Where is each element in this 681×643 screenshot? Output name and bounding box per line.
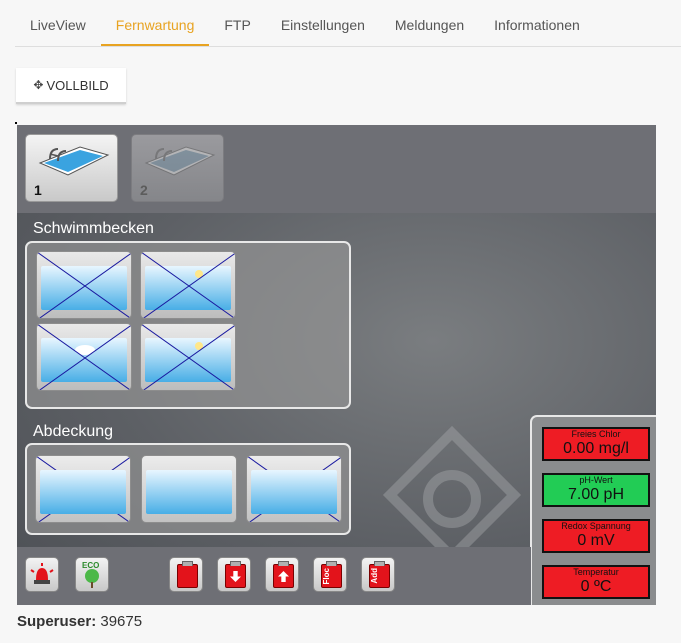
user-id: 39675 bbox=[100, 613, 143, 630]
dosing-ph-plus-button[interactable] bbox=[265, 557, 299, 592]
add-label: Add bbox=[370, 568, 379, 584]
tab-bar: LiveView Fernwartung FTP Einstellungen M… bbox=[15, 0, 681, 47]
disabled-cross-icon bbox=[141, 252, 235, 318]
disabled-cross-icon bbox=[141, 324, 235, 390]
ph-value: 7.00 pH bbox=[567, 486, 625, 503]
water-graphic bbox=[146, 470, 232, 514]
arrow-down-icon bbox=[230, 571, 241, 582]
temperature-display: Temperatur 0 ºC bbox=[542, 565, 650, 599]
remote-screen[interactable]: 1 2 Schwimmbecken Abdeckung Freies Chlor… bbox=[17, 125, 656, 605]
cover-open-tile[interactable] bbox=[35, 455, 131, 523]
counterflow-tile[interactable] bbox=[36, 323, 132, 391]
cover-stop-tile[interactable] bbox=[141, 455, 237, 523]
tab-einstellungen[interactable]: Einstellungen bbox=[266, 0, 380, 46]
temperature-label: Temperatur bbox=[573, 567, 619, 577]
arrow-up-icon bbox=[278, 571, 289, 582]
pool-1-number: 1 bbox=[34, 182, 42, 198]
dosing-floc-button[interactable]: Floc bbox=[313, 557, 347, 592]
user-label: Superuser: bbox=[17, 613, 97, 630]
canister-up-icon bbox=[273, 561, 294, 588]
user-info: Superuser: 39675 bbox=[17, 613, 142, 630]
marker-dot bbox=[15, 122, 17, 124]
water-graphic bbox=[40, 470, 126, 514]
pool-icon bbox=[144, 146, 216, 176]
cover-section-title: Abdeckung bbox=[33, 423, 114, 440]
canister-icon bbox=[177, 561, 198, 588]
redox-value: 0 mV bbox=[577, 532, 615, 549]
pool-2-button[interactable]: 2 bbox=[131, 134, 224, 202]
tab-informationen[interactable]: Informationen bbox=[479, 0, 595, 46]
canister-add-icon: Add bbox=[369, 561, 390, 588]
pool-functions-panel bbox=[25, 241, 351, 409]
disabled-cross-icon bbox=[37, 252, 131, 318]
pool-icon bbox=[38, 146, 110, 176]
cover-functions-panel bbox=[25, 443, 351, 535]
ph-label: pH-Wert bbox=[579, 475, 613, 485]
cover-close-tile[interactable] bbox=[246, 455, 342, 523]
pool-2-number: 2 bbox=[140, 182, 148, 198]
filter-pump-tile[interactable] bbox=[36, 251, 132, 319]
pool-section-title: Schwimmbecken bbox=[33, 220, 154, 237]
free-chlorine-value: 0.00 mg/l bbox=[563, 440, 629, 457]
dosing-ph-minus-button[interactable] bbox=[217, 557, 251, 592]
redox-label: Redox Spannung bbox=[561, 521, 631, 531]
ph-display: pH-Wert 7.00 pH bbox=[542, 473, 650, 507]
tab-fernwartung[interactable]: Fernwartung bbox=[100, 0, 210, 46]
redox-display: Redox Spannung 0 mV bbox=[542, 519, 650, 553]
brand-logo-watermark bbox=[382, 425, 522, 565]
measurement-panel: Freies Chlor 0.00 mg/l pH-Wert 7.00 pH R… bbox=[530, 415, 656, 605]
water-graphic bbox=[251, 470, 337, 514]
dosing-chlorine-button[interactable] bbox=[169, 557, 203, 592]
alarm-light-icon bbox=[30, 563, 54, 584]
light-2-tile[interactable] bbox=[140, 323, 236, 391]
floc-label: Floc bbox=[322, 568, 331, 585]
free-chlorine-display: Freies Chlor 0.00 mg/l bbox=[542, 427, 650, 461]
tab-meldungen[interactable]: Meldungen bbox=[380, 0, 479, 46]
expand-icon: ✥ bbox=[33, 78, 44, 92]
free-chlorine-label: Freies Chlor bbox=[571, 429, 621, 439]
canister-floc-icon: Floc bbox=[321, 561, 342, 588]
eco-label: ECO bbox=[82, 561, 99, 570]
temperature-value: 0 ºC bbox=[580, 578, 612, 595]
light-1-tile[interactable] bbox=[140, 251, 236, 319]
eco-tree-icon: ECO bbox=[82, 561, 99, 588]
canister-down-icon bbox=[225, 561, 246, 588]
tab-liveview[interactable]: LiveView bbox=[15, 0, 101, 46]
eco-button[interactable]: ECO bbox=[75, 557, 109, 592]
alarm-button[interactable] bbox=[25, 557, 59, 592]
dosing-add-button[interactable]: Add bbox=[361, 557, 395, 592]
pool-1-button[interactable]: 1 bbox=[25, 134, 118, 202]
fullscreen-label: VOLLBILD bbox=[46, 77, 109, 93]
disabled-cross-icon bbox=[37, 324, 131, 390]
tab-ftp[interactable]: FTP bbox=[209, 0, 265, 46]
fullscreen-button[interactable]: ✥ VOLLBILD bbox=[16, 68, 126, 104]
